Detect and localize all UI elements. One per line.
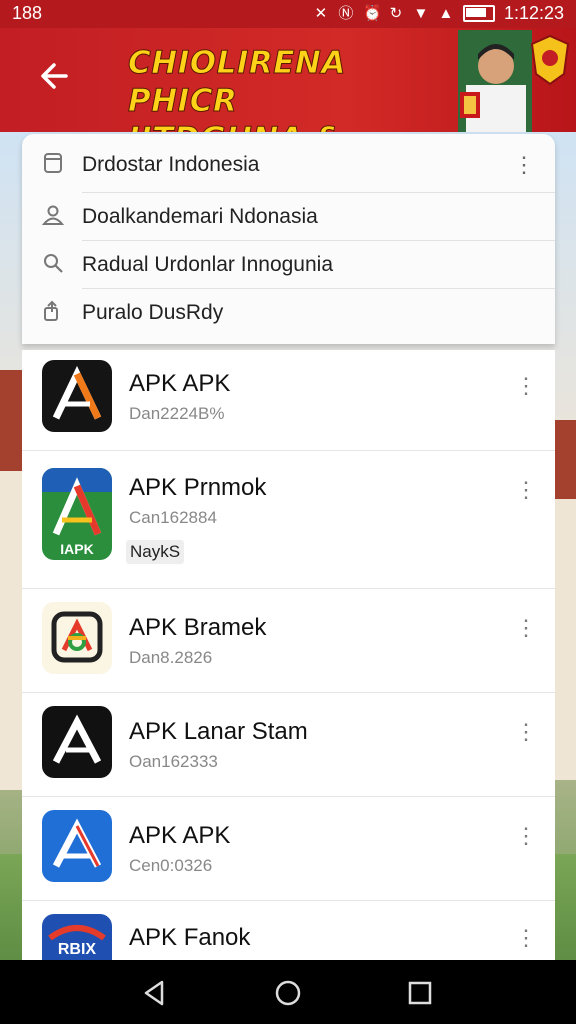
battery-icon [462, 5, 495, 22]
search-icon [40, 252, 66, 278]
list-item[interactable]: APK APK Cen0:0326 ⋮ [22, 806, 555, 898]
app-name: APK Lanar Stam [129, 718, 308, 745]
status-bar: 188 ✕ Ⓝ ⏰ ↻ ▼ ▲ 1:12:23 [0, 0, 576, 28]
more-options-icon[interactable]: ⋮ [515, 720, 537, 744]
app-icon [42, 810, 112, 882]
emblem-logo [530, 34, 570, 86]
app-icon [42, 706, 112, 778]
back-arrow-icon[interactable] [36, 56, 80, 100]
list-item[interactable]: RBIX APK Fanok ⋮ [22, 910, 555, 960]
row-divider [22, 692, 555, 693]
app-subtitle: Dan8.2826 [129, 648, 213, 667]
more-options-icon[interactable]: ⋮ [515, 478, 537, 502]
app-list: APK APK Dan2224B% ⋮ IAPK APK Prnmok Can1… [22, 350, 555, 960]
signal-icon: ▲ [438, 4, 454, 22]
more-options-icon[interactable]: ⋮ [513, 154, 535, 176]
dropdown-menu: Drdostar Indonesia ⋮ Doalkandemari Ndona… [22, 134, 555, 344]
recents-square-icon[interactable] [403, 976, 437, 1010]
app-name: APK Prnmok [129, 474, 267, 501]
menu-divider [82, 192, 555, 193]
app-icon [42, 360, 112, 432]
sync-icon: ↻ [389, 4, 403, 22]
more-options-icon[interactable]: ⋮ [515, 616, 537, 640]
menu-item-1[interactable]: Drdostar Indonesia ⋮ [22, 142, 555, 188]
row-divider [22, 796, 555, 797]
banner-headline-line1: CHIOLIRENA PHICR [128, 45, 346, 120]
app-icon-badge-text: IAPK [60, 541, 93, 557]
nfc-icon: Ⓝ [338, 4, 354, 22]
more-options-icon[interactable]: ⋮ [515, 374, 537, 398]
app-tag: NaykS [126, 540, 185, 564]
person-icon [40, 204, 66, 230]
menu-item-2[interactable]: Doalkandemari Ndonasia [22, 194, 555, 240]
menu-item-label: Puralo DusRdy [82, 301, 224, 324]
app-icon-badge-text: RBIX [58, 941, 97, 958]
row-divider [22, 900, 555, 901]
more-options-icon[interactable]: ⋮ [515, 824, 537, 848]
app-icon [42, 602, 112, 674]
status-time: 1:12:23 [503, 3, 564, 23]
mute-icon: ✕ [314, 4, 328, 22]
app-name: APK Bramek [129, 614, 267, 641]
app-name: APK APK [129, 370, 231, 397]
app-icon: RBIX [42, 914, 112, 960]
banner-headline: CHIOLIRENA PHICR IITDGHNA & NONS! [128, 44, 458, 133]
back-triangle-icon[interactable] [138, 976, 172, 1010]
row-divider [22, 450, 555, 451]
promo-banner: CHIOLIRENA PHICR IITDGHNA & NONS! [0, 28, 576, 132]
wifi-icon: ▼ [413, 4, 429, 22]
menu-item-label: Doalkandemari Ndonasia [82, 205, 318, 228]
app-name: APK Fanok [129, 924, 251, 951]
list-item[interactable]: APK Lanar Stam Oan162333 ⋮ [22, 702, 555, 794]
more-options-icon[interactable]: ⋮ [515, 926, 537, 950]
app-subtitle: Cen0:0326 [129, 856, 213, 875]
system-nav-bar [0, 960, 576, 1024]
menu-item-label: Drdostar Indonesia [82, 153, 260, 176]
alarm-icon: ⏰ [362, 4, 382, 22]
list-item[interactable]: IAPK APK Prnmok Can162884 NaykS ⋮ [22, 460, 555, 590]
person-photo [458, 30, 532, 132]
app-subtitle: Dan2224B% [129, 404, 225, 423]
app-name: APK APK [129, 822, 231, 849]
menu-item-4[interactable]: Puralo DusRdy [22, 290, 555, 336]
app-icon: IAPK [42, 468, 112, 560]
menu-item-3[interactable]: Radual Urdonlar Innogunia [22, 242, 555, 288]
app-subtitle: Can162884 [129, 508, 217, 527]
share-icon [40, 300, 66, 326]
file-icon [40, 152, 66, 178]
banner-headline-line2: IITDGHNA & NONS! [128, 120, 458, 133]
status-left-text: 188 [12, 3, 43, 23]
menu-divider [82, 240, 555, 241]
menu-divider [82, 288, 555, 289]
list-item[interactable]: APK APK Dan2224B% ⋮ [22, 358, 555, 450]
app-subtitle: Oan162333 [129, 752, 218, 771]
menu-item-label: Radual Urdonlar Innogunia [82, 253, 334, 276]
row-divider [22, 588, 555, 589]
list-item[interactable]: APK Bramek Dan8.2826 ⋮ [22, 598, 555, 688]
home-circle-icon[interactable] [271, 976, 305, 1010]
